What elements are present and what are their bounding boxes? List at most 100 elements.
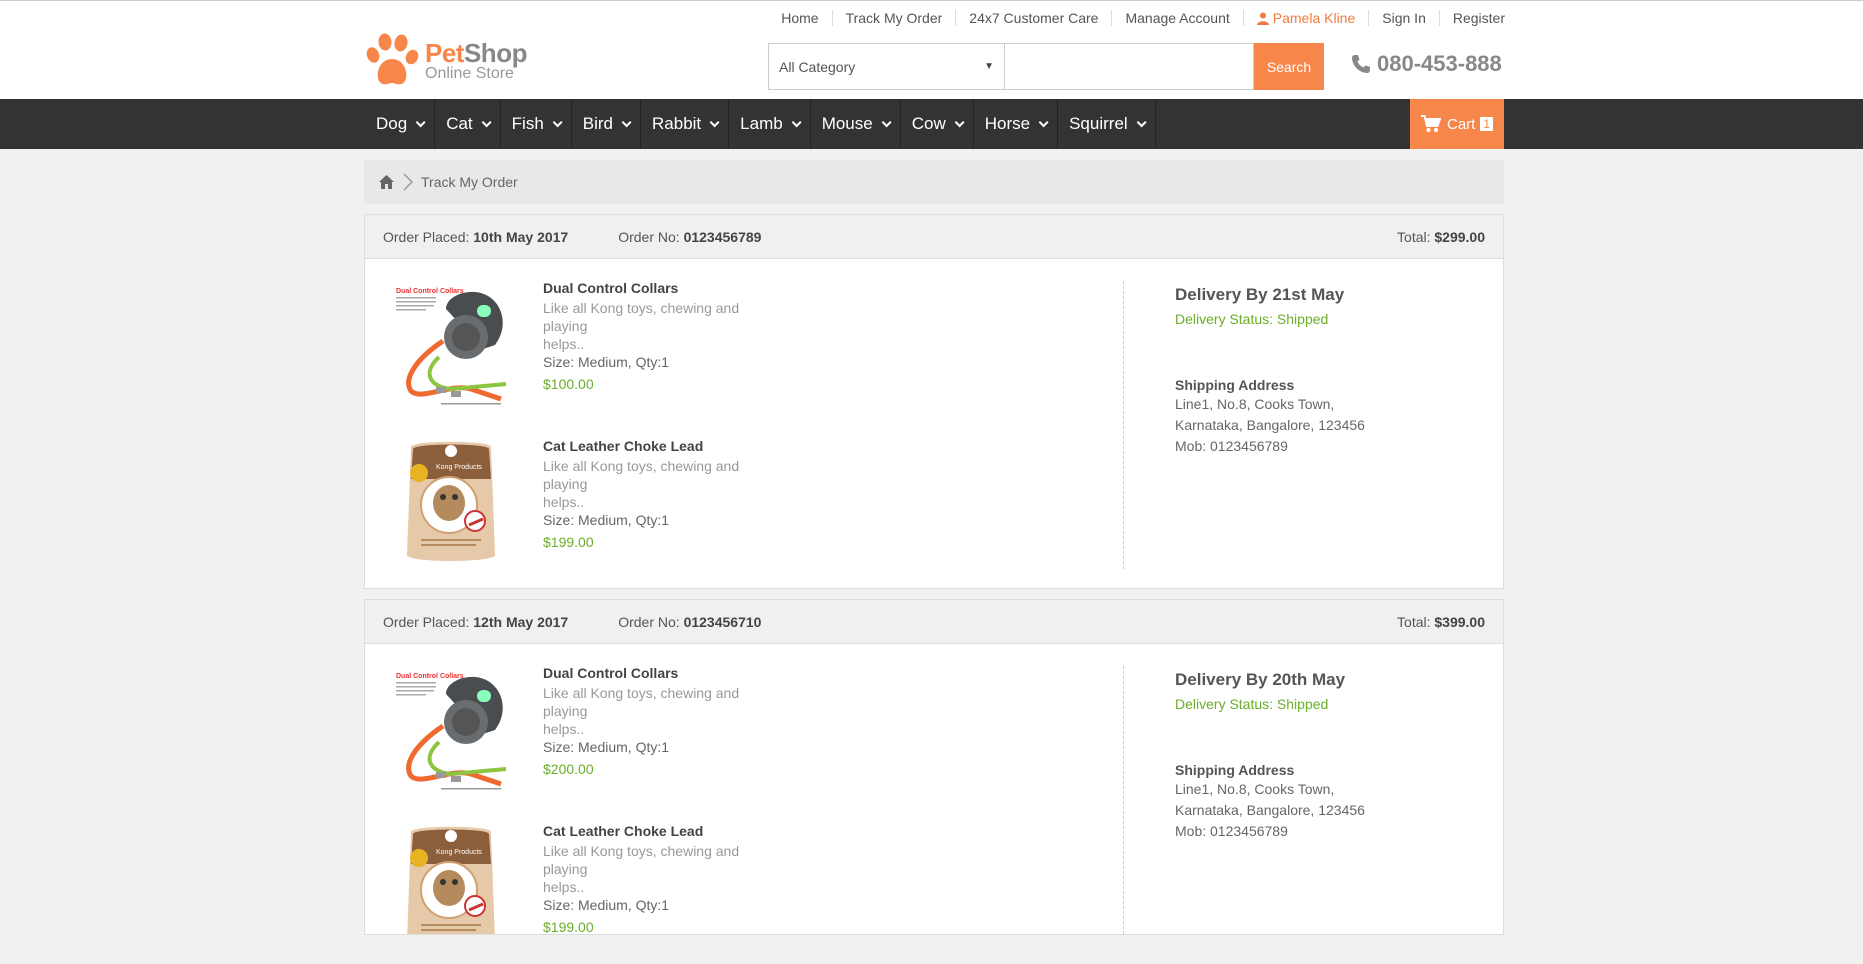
user-account-link[interactable]: Pamela Kline: [1242, 10, 1369, 26]
phone-number: 080-453-888: [1351, 51, 1502, 77]
site-header: Home Track My Order 24x7 Customer Care M…: [0, 0, 1863, 99]
paw-logo-icon: [366, 33, 419, 85]
product-description-more: helps..: [543, 336, 585, 352]
home-icon[interactable]: [379, 175, 394, 189]
address-line: Line1, No.8, Cooks Town,: [1175, 781, 1335, 797]
column-divider: [1123, 281, 1124, 569]
chevron-down-icon: [954, 116, 965, 127]
collar-product-image[interactable]: Dual Control Collars: [391, 664, 511, 794]
product-description-more: helps..: [543, 721, 585, 737]
category-menu: Dog Cat Fish Bird Rabbit Lamb Mouse Cow Horse Squ…: [365, 99, 1156, 149]
nav-item-bird[interactable]: Bird: [572, 99, 642, 149]
delivery-status: Delivery Status: Shipped: [1175, 311, 1329, 327]
order-body: Dual Control Collars Dual Control Collar…: [365, 259, 1503, 589]
nav-item-lamb[interactable]: Lamb: [729, 99, 811, 149]
nav-item-squirrel[interactable]: Squirrel: [1058, 99, 1156, 149]
chevron-down-icon: [881, 116, 892, 127]
product-size-qty: Size: Medium, Qty:1: [543, 354, 670, 370]
product-name[interactable]: Cat Leather Choke Lead: [543, 437, 783, 455]
nav-item-label: Mouse: [821, 114, 873, 133]
mobile-number: Mob: 0123456789: [1175, 823, 1288, 839]
category-select[interactable]: All Category ▼: [768, 43, 1005, 90]
product-description-more: helps..: [543, 494, 585, 510]
nav-item-rabbit[interactable]: Rabbit: [641, 99, 730, 149]
user-icon: [1256, 12, 1269, 25]
caret-down-icon: ▼: [984, 61, 994, 72]
collar-product-image[interactable]: Dual Control Collars: [391, 279, 511, 409]
chevron-down-icon: [1038, 116, 1049, 127]
svg-text:Dual Control Collars: Dual Control Collars: [396, 673, 464, 680]
sign-in-link[interactable]: Sign In: [1368, 10, 1439, 26]
shipping-address: Line1, No.8, Cooks Town, Karnataka, Bang…: [1175, 394, 1365, 457]
shipping-address: Line1, No.8, Cooks Town, Karnataka, Bang…: [1175, 779, 1365, 842]
product-description: Like all Kong toys, chewing and playing: [543, 300, 740, 334]
order-number: Order No: 0123456710: [618, 613, 762, 630]
order-header: Order Placed: 12th May 2017 Order No: 01…: [365, 600, 1503, 644]
order-header: Order Placed: 10th May 2017 Order No: 01…: [365, 215, 1503, 259]
site-logo[interactable]: PetShop Online Store: [365, 33, 527, 89]
shipping-address-label: Shipping Address: [1175, 762, 1295, 778]
manage-account-link[interactable]: Manage Account: [1111, 10, 1242, 26]
product-price: $100.00: [543, 376, 594, 392]
chevron-down-icon: [1136, 116, 1147, 127]
kong-product-image[interactable]: Kong Products: [391, 437, 511, 567]
address-line: Karnataka, Bangalore, 123456: [1175, 802, 1365, 818]
product-name[interactable]: Dual Control Collars: [543, 664, 783, 682]
chevron-down-icon: [621, 116, 632, 127]
product-description: Like all Kong toys, chewing and playing: [543, 458, 740, 492]
customer-care-link[interactable]: 24x7 Customer Care: [955, 10, 1111, 26]
svg-text:Kong Products: Kong Products: [436, 849, 482, 856]
product-price: $200.00: [543, 761, 594, 777]
phone-icon: [1352, 55, 1370, 73]
search-input[interactable]: [1005, 43, 1254, 90]
order-total: Total: $299.00: [1397, 228, 1485, 245]
delivery-status: Delivery Status: Shipped: [1175, 696, 1329, 712]
nav-item-dog[interactable]: Dog: [365, 99, 436, 149]
home-link[interactable]: Home: [768, 10, 831, 26]
product-size-qty: Size: Medium, Qty:1: [543, 739, 670, 755]
category-select-value: All Category: [779, 58, 856, 75]
product-size-qty: Size: Medium, Qty:1: [543, 897, 670, 913]
order-total: Total: $399.00: [1397, 613, 1485, 630]
cart-icon: [1420, 115, 1441, 132]
nav-item-label: Dog: [376, 114, 408, 133]
product-description-more: helps..: [543, 879, 585, 895]
order-item: Dual Control Collars Dual Control Collar…: [391, 664, 783, 794]
delivery-info: Delivery By 20th May Delivery Status: Sh…: [1175, 670, 1365, 842]
address-line: Karnataka, Bangalore, 123456: [1175, 417, 1365, 433]
order-number: Order No: 0123456789: [618, 228, 762, 245]
order-card: Order Placed: 12th May 2017 Order No: 01…: [364, 599, 1504, 935]
svg-text:Dual Control Collars: Dual Control Collars: [396, 288, 464, 295]
nav-item-cat[interactable]: Cat: [435, 99, 501, 149]
breadcrumb: Track My Order: [364, 160, 1504, 204]
track-order-link[interactable]: Track My Order: [831, 10, 956, 26]
cart-count-badge: 1: [1480, 117, 1494, 131]
phone-text: 080-453-888: [1377, 51, 1502, 76]
register-link[interactable]: Register: [1438, 10, 1505, 26]
user-name: Pamela Kline: [1272, 10, 1356, 26]
product-price: $199.00: [543, 919, 594, 935]
nav-item-fish[interactable]: Fish: [501, 99, 572, 149]
nav-item-cow[interactable]: Cow: [901, 99, 974, 149]
logo-subtitle: Online Store: [425, 65, 514, 82]
nav-item-mouse[interactable]: Mouse: [811, 99, 901, 149]
kong-product-image[interactable]: Kong Products: [391, 822, 511, 934]
cart-label: Cart: [1446, 115, 1476, 133]
delivery-date: Delivery By 21st May: [1175, 285, 1345, 304]
logo-brand: PetShop: [425, 38, 527, 68]
search-button[interactable]: Search: [1254, 43, 1324, 90]
order-card: Order Placed: 10th May 2017 Order No: 01…: [364, 214, 1504, 589]
nav-item-horse[interactable]: Horse: [974, 99, 1059, 149]
chevron-down-icon: [415, 116, 426, 127]
cart-button[interactable]: Cart 1: [1410, 99, 1504, 149]
order-placed: Order Placed: 10th May 2017: [383, 228, 569, 245]
chevron-right-icon: [403, 173, 413, 191]
order-placed: Order Placed: 12th May 2017: [383, 613, 569, 630]
chevron-down-icon: [709, 116, 720, 127]
search-bar: All Category ▼ Search: [768, 43, 1324, 90]
product-name[interactable]: Dual Control Collars: [543, 279, 783, 297]
product-name[interactable]: Cat Leather Choke Lead: [543, 822, 783, 840]
breadcrumb-current: Track My Order: [421, 174, 518, 190]
product-description: Like all Kong toys, chewing and playing: [543, 843, 740, 877]
product-size-qty: Size: Medium, Qty:1: [543, 512, 670, 528]
